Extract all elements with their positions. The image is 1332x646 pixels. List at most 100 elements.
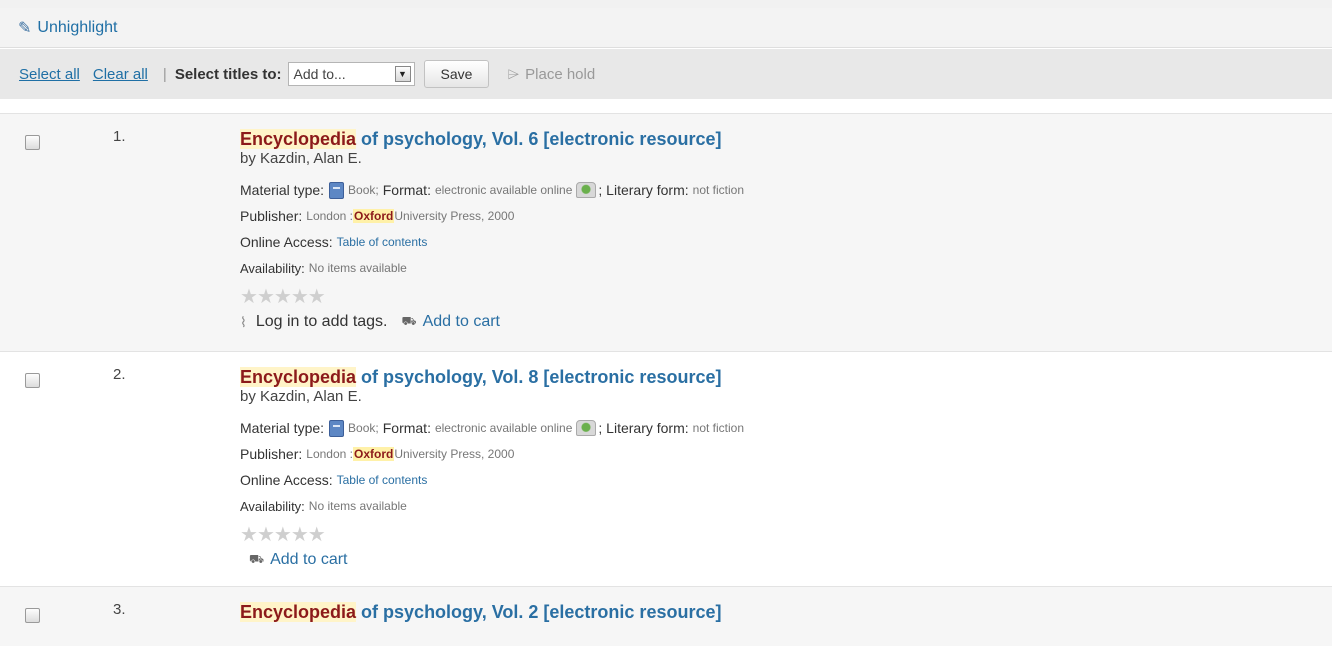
star-icon[interactable]: ★ <box>274 522 292 547</box>
online-resource-icon <box>576 420 597 436</box>
availability-value: No items available <box>308 261 407 275</box>
material-type-value: Book; <box>348 421 379 435</box>
result-number: 2. <box>113 366 126 383</box>
material-line: Material type: Book; Format: electronic … <box>240 419 745 437</box>
actions-line: ⌇ Log in to add tags. ⛟ Add to cart <box>240 311 1140 333</box>
star-icon[interactable]: ★ <box>240 284 258 309</box>
save-button[interactable]: Save <box>423 60 490 88</box>
hold-icon: ⌲ <box>507 65 520 83</box>
book-icon <box>329 181 345 199</box>
add-to-cart-link[interactable]: Add to cart <box>270 551 347 569</box>
online-resource-icon <box>576 182 597 198</box>
publisher-line: Publisher: London : Oxford University Pr… <box>240 441 1140 467</box>
literary-form-value: not fiction <box>692 183 745 197</box>
literary-form-value: not fiction <box>692 421 745 435</box>
publisher-rest: University Press, 2000 <box>394 447 515 461</box>
publisher-label: Publisher: <box>240 208 303 224</box>
log-in-tags-link[interactable]: Log in to add tags. <box>256 313 388 331</box>
publisher-highlight: Oxford <box>352 447 395 461</box>
availability-label: Availability: <box>240 260 305 276</box>
unhighlight-link[interactable]: ✎ Unhighlight <box>18 18 117 38</box>
result-number: 1. <box>113 128 126 145</box>
title-text[interactable]: of psychology, Vol. 8 [electronic resour… <box>356 367 721 387</box>
actions-line: ⛟ Add to cart <box>240 549 1140 571</box>
star-icon[interactable]: ★ <box>308 284 326 309</box>
add-to-select[interactable]: Add to... ▼ <box>287 62 415 86</box>
select-all-link[interactable]: Select all <box>19 66 80 83</box>
place-hold-label: Place hold <box>525 65 596 83</box>
online-access-link[interactable]: Table of contents <box>337 235 428 249</box>
material-type-value: Book; <box>348 183 379 197</box>
result-row: 1. Encyclopedia of psychology, Vol. 6 [e… <box>0 113 1332 351</box>
tag-icon: ⌇ <box>240 313 247 330</box>
format-label: Format: <box>382 420 431 436</box>
online-access-label: Online Access: <box>240 472 333 488</box>
literary-form-label: Literary form: <box>606 182 689 198</box>
star-icon[interactable]: ★ <box>291 522 309 547</box>
cart-icon: ⛟ <box>401 314 417 328</box>
place-hold-link[interactable]: ⌲ Place hold <box>507 66 595 83</box>
result-checkbox[interactable] <box>25 373 40 388</box>
online-access-label: Online Access: <box>240 234 333 250</box>
star-icon[interactable]: ★ <box>291 284 309 309</box>
title-highlight[interactable]: Encyclopedia <box>240 602 357 622</box>
title-text[interactable]: of psychology, Vol. 6 [electronic resour… <box>356 129 721 149</box>
availability-label: Availability: <box>240 498 305 514</box>
cart-icon: ⛟ <box>249 552 265 566</box>
format-value: electronic available online <box>434 183 573 197</box>
result-content: Encyclopedia of psychology, Vol. 8 [elec… <box>240 366 1140 571</box>
material-type-label: Material type: <box>240 182 325 198</box>
star-icon[interactable]: ★ <box>240 522 258 547</box>
add-to-value: Add to... <box>293 66 346 82</box>
star-icon[interactable]: ★ <box>308 522 326 547</box>
availability-value: No items available <box>308 499 407 513</box>
availability-line: Availability: No items available <box>240 493 1140 519</box>
top-strip <box>0 0 1332 8</box>
result-content: Encyclopedia of psychology, Vol. 6 [elec… <box>240 128 1140 333</box>
toolbar-separator: | <box>162 65 167 83</box>
selection-toolbar: Select all Clear all | Select titles to:… <box>0 49 1332 99</box>
publisher-line: Publisher: London : Oxford University Pr… <box>240 203 1140 229</box>
result-title[interactable]: Encyclopedia of psychology, Vol. 2 [elec… <box>240 601 1140 623</box>
result-content: Encyclopedia of psychology, Vol. 2 [elec… <box>240 601 1140 623</box>
result-checkbox[interactable] <box>25 135 40 150</box>
unhighlight-label: Unhighlight <box>37 18 118 36</box>
material-line: Material type: Book; Format: electronic … <box>240 181 745 199</box>
clear-all-link[interactable]: Clear all <box>93 66 148 83</box>
star-icon[interactable]: ★ <box>257 284 275 309</box>
star-icon[interactable]: ★ <box>274 284 292 309</box>
format-label: Format: <box>382 182 431 198</box>
result-title[interactable]: Encyclopedia of psychology, Vol. 8 [elec… <box>240 366 1140 388</box>
publisher-place: London : <box>306 209 353 223</box>
chevron-down-icon[interactable]: ▼ <box>394 66 411 82</box>
add-to-cart-link[interactable]: Add to cart <box>423 313 500 331</box>
publisher-highlight: Oxford <box>352 209 395 223</box>
availability-line: Availability: No items available <box>240 255 1140 281</box>
publisher-rest: University Press, 2000 <box>394 209 515 223</box>
material-type-label: Material type: <box>240 420 325 436</box>
online-access-line: Online Access: Table of contents <box>240 467 1140 493</box>
literary-form-label: Literary form: <box>606 420 689 436</box>
select-titles-label: Select titles to: <box>174 65 282 83</box>
results-list: 1. Encyclopedia of psychology, Vol. 6 [e… <box>0 113 1332 646</box>
online-access-link[interactable]: Table of contents <box>337 473 428 487</box>
format-value: electronic available online <box>434 421 573 435</box>
star-icon[interactable]: ★ <box>257 522 275 547</box>
result-checkbox[interactable] <box>25 608 40 623</box>
star-rating[interactable]: ★ ★ ★ ★ ★ <box>240 519 1140 549</box>
result-author: by Kazdin, Alan E. <box>240 150 362 167</box>
result-number: 3. <box>113 601 126 618</box>
result-author: by Kazdin, Alan E. <box>240 388 362 405</box>
book-icon <box>329 419 345 437</box>
result-title[interactable]: Encyclopedia of psychology, Vol. 6 [elec… <box>240 128 1140 150</box>
title-highlight[interactable]: Encyclopedia <box>240 367 357 387</box>
highlight-toolbar: ✎ Unhighlight <box>0 8 1332 48</box>
publisher-place: London : <box>306 447 353 461</box>
star-rating[interactable]: ★ ★ ★ ★ ★ <box>240 281 1140 311</box>
online-access-line: Online Access: Table of contents <box>240 229 1140 255</box>
result-row: 3. Encyclopedia of psychology, Vol. 2 [e… <box>0 586 1332 646</box>
publisher-label: Publisher: <box>240 446 303 462</box>
title-text[interactable]: of psychology, Vol. 2 [electronic resour… <box>356 602 721 622</box>
title-highlight[interactable]: Encyclopedia <box>240 129 357 149</box>
brush-icon: ✎ <box>18 19 32 37</box>
